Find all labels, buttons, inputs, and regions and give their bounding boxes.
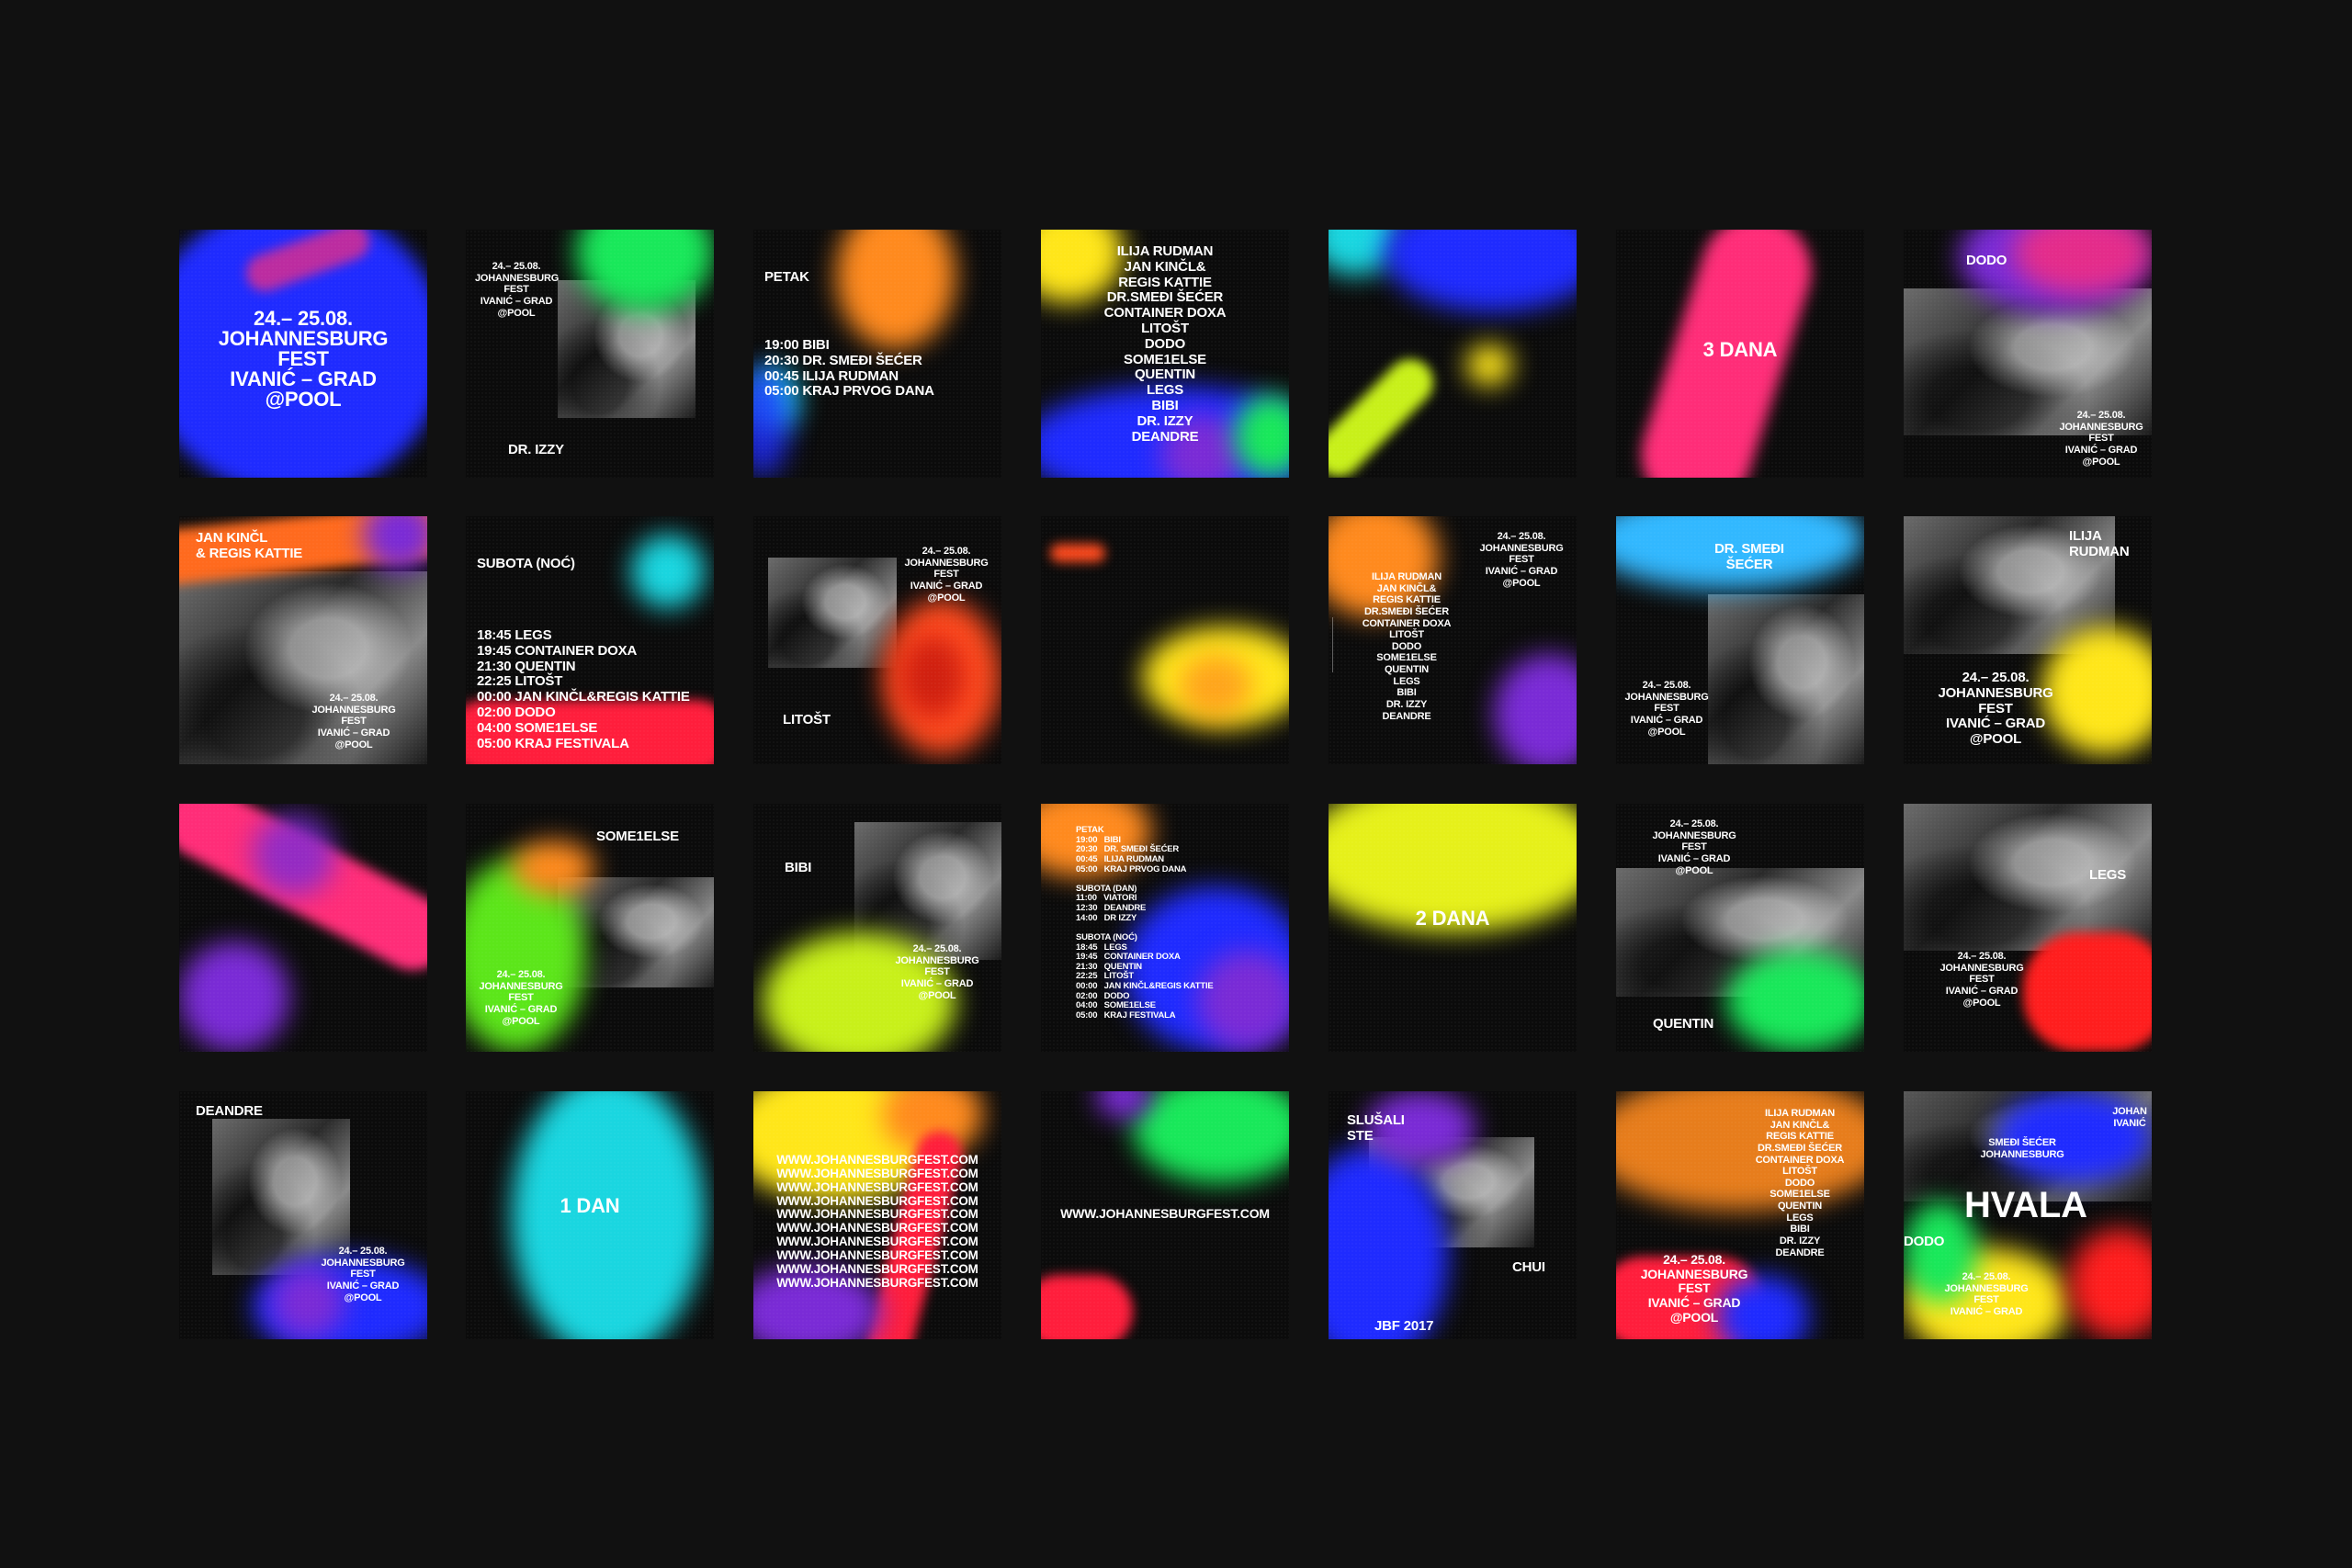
poster-tile[interactable]: 2 DANA <box>1329 804 1577 1052</box>
poster-tile[interactable]: JAN KINČL & REGIS KATTIE 24.– 25.08. JOH… <box>179 516 427 764</box>
poster-tile[interactable]: PETAK 19:00 BIBI 20:30 DR. SMEĐI ŠEĆER 0… <box>1041 804 1289 1052</box>
artist-name: CHUI <box>1512 1259 1545 1275</box>
event-info: 24.– 25.08. JOHANNESBURG FEST IVANIĆ – G… <box>2059 410 2143 468</box>
poster-tile[interactable]: 24.– 25.08. JOHANNESBURG FEST IVANIĆ – G… <box>753 516 1001 764</box>
artist-name: LITOŠT <box>783 712 831 728</box>
poster-tile[interactable]: 24.– 25.08. JOHANNESBURG FEST IVANIĆ – G… <box>1616 804 1864 1052</box>
artist-name: ILIJA RUDMAN <box>2069 528 2130 559</box>
poster-tile[interactable]: SLUŠALI STE CHUI JBF 2017 <box>1329 1091 1577 1339</box>
poster-tile[interactable]: 1 DAN <box>466 1091 714 1339</box>
event-info: 24.– 25.08. JOHANNESBURG FEST IVANIĆ – G… <box>321 1246 405 1303</box>
red-spray-ring <box>2069 1229 2152 1339</box>
poster-tile[interactable] <box>1329 230 1577 478</box>
poster-tile[interactable]: WWW.JOHANNESBURGFEST.COM WWW.JOHANNESBUR… <box>753 1091 1001 1339</box>
year-label: JBF 2017 <box>1374 1318 1434 1334</box>
website-url: WWW.JOHANNESBURGFEST.COM <box>1060 1206 1270 1221</box>
schedule-list: 18:45 LEGS 19:45 CONTAINER DOXA 21:30 QU… <box>477 627 690 751</box>
artist-photo <box>1708 594 1864 764</box>
poster-tile[interactable]: WWW.JOHANNESBURGFEST.COM <box>1041 1091 1289 1339</box>
poster-tile[interactable]: ILIJA RUDMAN JAN KINČL& REGIS KATTIE DR.… <box>1041 230 1289 478</box>
event-info: 24.– 25.08. JOHANNESBURG FEST IVANIĆ – G… <box>1944 1271 2029 1317</box>
full-schedule: PETAK 19:00 BIBI 20:30 DR. SMEĐI ŠEĆER 0… <box>1076 825 1214 1021</box>
artist-name: DODO <box>1966 253 2007 268</box>
poster-tile[interactable]: 24.– 25.08. JOHANNESBURG FEST IVANIĆ – G… <box>466 230 714 478</box>
poster-tile[interactable]: LEGS 24.– 25.08. JOHANNESBURG FEST IVANI… <box>1904 804 2152 1052</box>
artist-name: BIBI <box>785 860 812 875</box>
lineup-list: ILIJA RUDMAN JAN KINČL& REGIS KATTIE DR.… <box>1755 1108 1845 1258</box>
orange-spray-stroke <box>1050 544 1105 562</box>
fragment-text: JOHAN IVANIĆ <box>2112 1106 2147 1129</box>
lineup-list: ILIJA RUDMAN JAN KINČL& REGIS KATTIE DR.… <box>1103 243 1227 445</box>
divider-line <box>1332 617 1333 672</box>
artist-name: LEGS <box>2089 867 2127 883</box>
artist-name: JAN KINČL & REGIS KATTIE <box>196 530 303 561</box>
artist-name: DR. IZZY <box>508 442 564 457</box>
lime-spray-stroke <box>1329 349 1443 478</box>
red-spray-stroke <box>1041 1275 1133 1339</box>
event-info: 24.– 25.08. JOHANNESBURG FEST IVANIĆ – G… <box>1624 680 1709 738</box>
artist-name: DEANDRE <box>196 1103 263 1119</box>
poster-tile[interactable]: 24.– 25.08. JOHANNESBURG FEST IVANIĆ – G… <box>1329 516 1577 764</box>
countdown-label: 3 DANA <box>1702 338 1778 361</box>
orange-spray-blob <box>836 230 956 349</box>
thanks-label: HVALA <box>1964 1185 2087 1225</box>
event-info: 24.– 25.08. JOHANNESBURG FEST IVANIĆ – G… <box>311 693 396 750</box>
countdown-label: 1 DAN <box>560 1194 620 1217</box>
poster-tile[interactable]: 24.– 25.08. JOHANNESBURG FEST IVANIĆ – G… <box>179 230 427 478</box>
poster-tile[interactable]: PETAK 19:00 BIBI 20:30 DR. SMEĐI ŠEĆER 0… <box>753 230 1001 478</box>
poster-tile[interactable]: JOHAN IVANIĆ SMEĐI ŠEĆER JOHANNESBURG DO… <box>1904 1091 2152 1339</box>
red-spray-stroke <box>2023 932 2152 1052</box>
artist-name: SOME1ELSE <box>596 829 679 844</box>
url-list: WWW.JOHANNESBURGFEST.COM WWW.JOHANNESBUR… <box>776 1153 978 1290</box>
lineup-list: ILIJA RUDMAN JAN KINČL& REGIS KATTIE DR.… <box>1362 571 1452 722</box>
blue-spray-blob <box>1384 230 1577 312</box>
poster-tile[interactable]: ILIJA RUDMAN 24.– 25.08. JOHANNESBURG FE… <box>1904 516 2152 764</box>
day-heading: PETAK <box>764 269 809 285</box>
event-info: 24.– 25.08. JOHANNESBURG FEST IVANIĆ – G… <box>1640 1252 1748 1325</box>
poster-tile[interactable]: ILIJA RUDMAN JAN KINČL& REGIS KATTIE DR.… <box>1616 1091 1864 1339</box>
countdown-label: 2 DANA <box>1415 907 1490 930</box>
fragment-text: DODO <box>1904 1234 1945 1249</box>
poster-tile[interactable]: DR. SMEĐI ŠEĆER 24.– 25.08. JOHANNESBURG… <box>1616 516 1864 764</box>
poster-tile[interactable]: SOME1ELSE 24.– 25.08. JOHANNESBURG FEST … <box>466 804 714 1052</box>
event-info: 24.– 25.08. JOHANNESBURG FEST IVANIĆ – G… <box>218 307 389 411</box>
event-info: 24.– 25.08. JOHANNESBURG FEST IVANIĆ – G… <box>895 943 979 1001</box>
event-info: 24.– 25.08. JOHANNESBURG FEST IVANIĆ – G… <box>1652 818 1736 876</box>
orange-spray-blob <box>512 840 594 896</box>
orange-spray-blob <box>1179 654 1252 718</box>
poster-tile[interactable]: 3 DANA <box>1616 230 1864 478</box>
event-info: 24.– 25.08. JOHANNESBURG FEST IVANIĆ – G… <box>475 261 560 319</box>
purple-spray-blob <box>253 813 335 896</box>
artist-name: DR. SMEĐI ŠEĆER <box>1714 541 1784 572</box>
green-spray-blob <box>1726 951 1864 1052</box>
cyan-spray-ring <box>631 535 705 608</box>
purple-spray-blob <box>1494 654 1577 764</box>
poster-grid: 24.– 25.08. JOHANNESBURG FEST IVANIĆ – G… <box>0 0 2352 1568</box>
event-info: 24.– 25.08. JOHANNESBURG FEST IVANIĆ – G… <box>1939 951 2024 1009</box>
artist-name: QUENTIN <box>1653 1016 1714 1032</box>
schedule-list: 19:00 BIBI 20:30 DR. SMEĐI ŠEĆER 00:45 I… <box>764 337 934 400</box>
day-heading: SUBOTA (NOĆ) <box>477 556 575 571</box>
thanks-heading: SLUŠALI STE <box>1347 1112 1405 1144</box>
green-spray-blob <box>1133 1091 1289 1183</box>
event-info: 24.– 25.08. JOHANNESBURG FEST IVANIĆ – G… <box>904 546 989 604</box>
poster-tile[interactable]: BIBI 24.– 25.08. JOHANNESBURG FEST IVANI… <box>753 804 1001 1052</box>
yellow-spray-dot <box>1466 344 1512 386</box>
fragment-text: SMEĐI ŠEĆER JOHANNESBURG <box>1980 1137 2064 1160</box>
poster-tile[interactable]: SUBOTA (NOĆ) 18:45 LEGS 19:45 CONTAINER … <box>466 516 714 764</box>
poster-tile[interactable] <box>179 804 427 1052</box>
poster-tile[interactable] <box>1041 516 1289 764</box>
red-spray-blob <box>900 636 965 718</box>
poster-tile[interactable]: DODO 24.– 25.08. JOHANNESBURG FEST IVANI… <box>1904 230 2152 478</box>
event-info: 24.– 25.08. JOHANNESBURG FEST IVANIĆ – G… <box>1938 670 2053 748</box>
poster-tile[interactable]: DEANDRE 24.– 25.08. JOHANNESBURG FEST IV… <box>179 1091 427 1339</box>
purple-spray-blob <box>179 942 289 1052</box>
event-info: 24.– 25.08. JOHANNESBURG FEST IVANIĆ – G… <box>479 969 563 1027</box>
artist-photo <box>768 558 897 668</box>
